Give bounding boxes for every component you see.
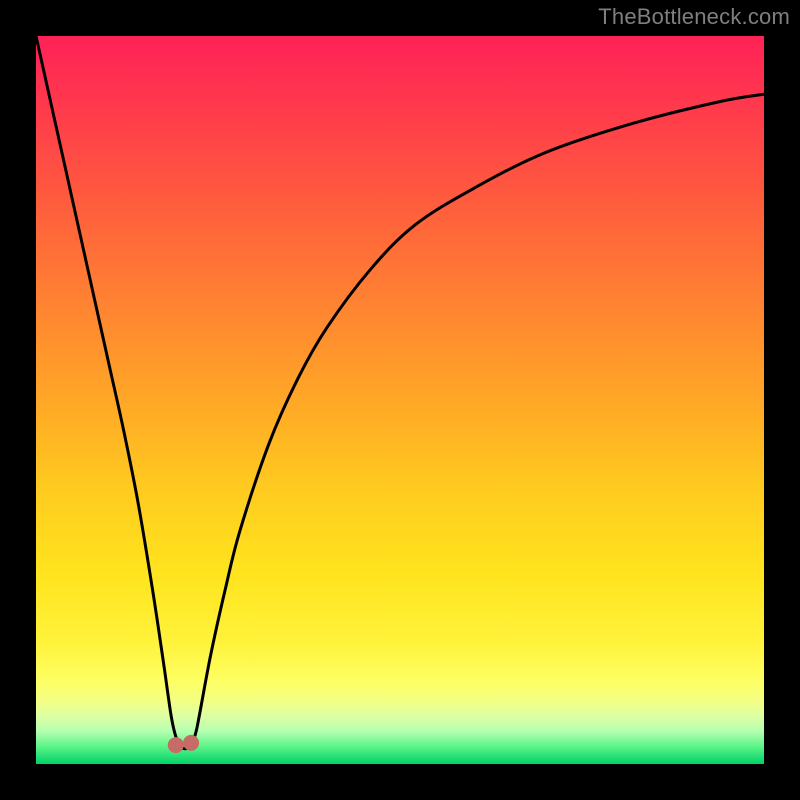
marker-trough-right bbox=[183, 735, 199, 751]
trough-markers bbox=[168, 735, 199, 753]
marker-trough-left bbox=[168, 737, 184, 753]
plot-area bbox=[36, 36, 764, 764]
watermark-text: TheBottleneck.com bbox=[598, 4, 790, 30]
bottleneck-curve-svg bbox=[36, 36, 764, 764]
bottleneck-curve bbox=[36, 36, 764, 749]
chart-frame: TheBottleneck.com bbox=[0, 0, 800, 800]
